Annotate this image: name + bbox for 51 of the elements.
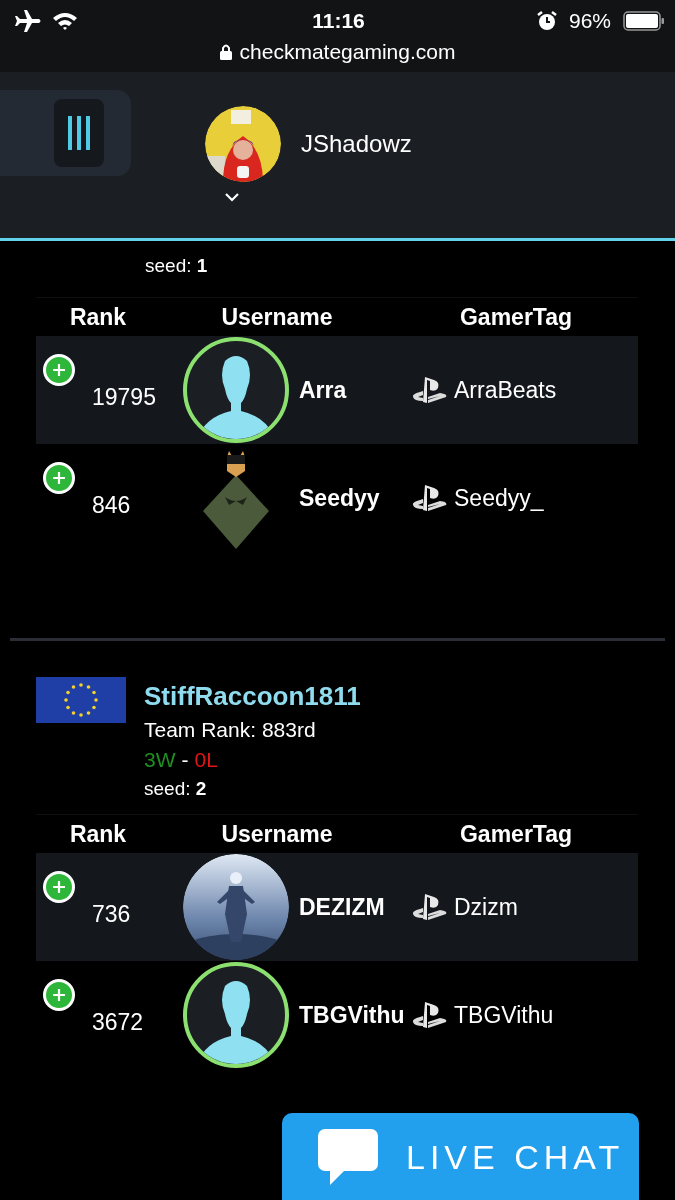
plus-icon — [51, 987, 67, 1003]
column-header: GamerTag — [459, 820, 573, 848]
column-header: Rank — [69, 820, 127, 848]
battery-icon — [623, 11, 665, 31]
menu-icon — [67, 116, 91, 150]
seed-text: seed: 1 — [145, 255, 209, 277]
lock-icon — [219, 44, 232, 60]
playstation-icon — [412, 893, 448, 921]
player-rank: 3672 — [92, 1008, 145, 1036]
gamertag: Seedyy_ — [454, 484, 544, 512]
playstation-icon — [412, 376, 448, 404]
team-rank: Team Rank: 883rd — [144, 718, 317, 742]
add-button[interactable] — [43, 354, 75, 386]
clock-time: 11:16 — [312, 9, 365, 33]
player-username[interactable]: Seedyy — [299, 484, 412, 512]
gamertag: Dzizm — [454, 893, 518, 921]
chevron-down-icon[interactable] — [224, 192, 241, 202]
record-separator: - — [181, 748, 189, 772]
plus-icon — [51, 879, 67, 895]
player-username[interactable]: Arra — [299, 376, 412, 404]
column-header: Username — [221, 303, 333, 331]
player-username[interactable]: TBGVithu — [299, 1001, 412, 1029]
plus-icon — [51, 470, 67, 486]
playstation-icon — [412, 484, 448, 512]
column-header: Rank — [69, 303, 127, 331]
chat-bubble-icon — [316, 1127, 380, 1187]
losses-count: 0L — [194, 748, 218, 772]
gamertag: ArraBeats — [454, 376, 557, 404]
column-header: Username — [221, 820, 333, 848]
seed-text: seed: 2 — [144, 778, 208, 800]
menu-button[interactable] — [54, 99, 104, 167]
eu-flag-icon — [36, 677, 126, 723]
battery-percent: 96% — [568, 9, 611, 33]
add-button[interactable] — [43, 871, 75, 903]
wins-count: 3W — [144, 748, 176, 772]
address-url[interactable]: checkmategaming.com — [239, 40, 456, 64]
username[interactable]: JShadowz — [301, 130, 412, 158]
player-rank: 736 — [92, 900, 132, 928]
playstation-icon — [412, 1001, 448, 1029]
gamertag: TBGVithu — [454, 1001, 554, 1029]
column-header: GamerTag — [459, 303, 573, 331]
player-username[interactable]: DEZIZM — [299, 893, 412, 921]
airplane-icon — [12, 10, 42, 32]
add-button[interactable] — [43, 462, 75, 494]
alarm-icon — [536, 11, 557, 31]
wifi-icon — [52, 11, 78, 31]
add-button[interactable] — [43, 979, 75, 1011]
plus-icon — [51, 362, 67, 378]
team-name[interactable]: StiffRaccoon1811 — [144, 681, 361, 712]
player-rank: 19795 — [92, 383, 157, 411]
player-rank: 846 — [92, 491, 132, 519]
